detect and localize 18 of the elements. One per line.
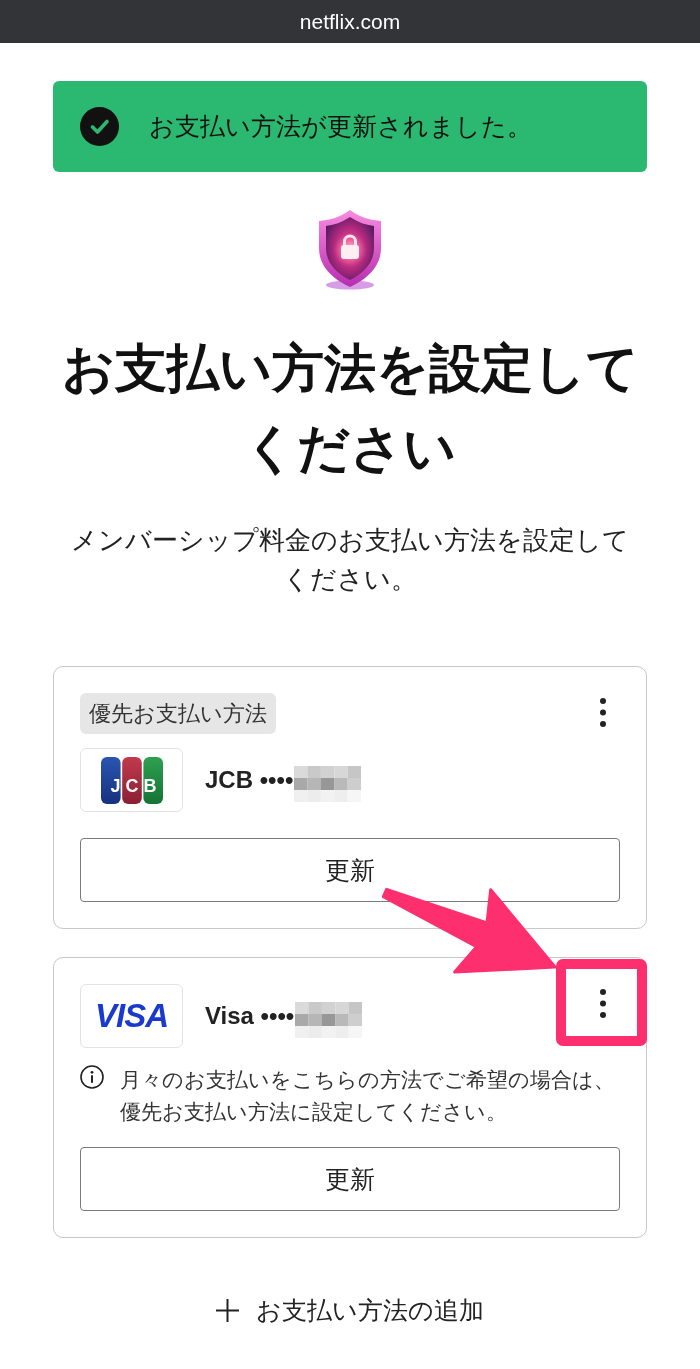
card-label: JCB •••• <box>205 766 294 794</box>
page-title: お支払い方法を設定してください <box>60 338 640 479</box>
page-subtitle: メンバーシップ料金のお支払い方法を設定してください。 <box>70 524 630 596</box>
banner-message: お支払い方法が更新されました。 <box>149 111 532 142</box>
preferred-tag: 優先お支払い方法 <box>80 693 276 734</box>
card-logo: VISA <box>80 984 183 1048</box>
shield-lock-icon <box>317 208 383 290</box>
card-label: Visa •••• <box>205 1002 295 1030</box>
plus-icon <box>216 1298 239 1322</box>
address-bar[interactable]: netflix.com <box>0 0 700 43</box>
check-circle-icon <box>80 107 119 146</box>
info-icon <box>80 1065 104 1089</box>
vertical-dots-icon <box>600 698 606 728</box>
add-payment-button[interactable]: お支払い方法の追加 <box>216 1292 484 1328</box>
info-note: 月々のお支払いをこちらの方法でご希望の場合は、優先お支払い方法に設定してください。 <box>120 1067 616 1125</box>
update-button[interactable]: 更新 <box>80 1147 620 1211</box>
vertical-dots-icon <box>600 989 606 1019</box>
update-button[interactable]: 更新 <box>80 838 620 902</box>
